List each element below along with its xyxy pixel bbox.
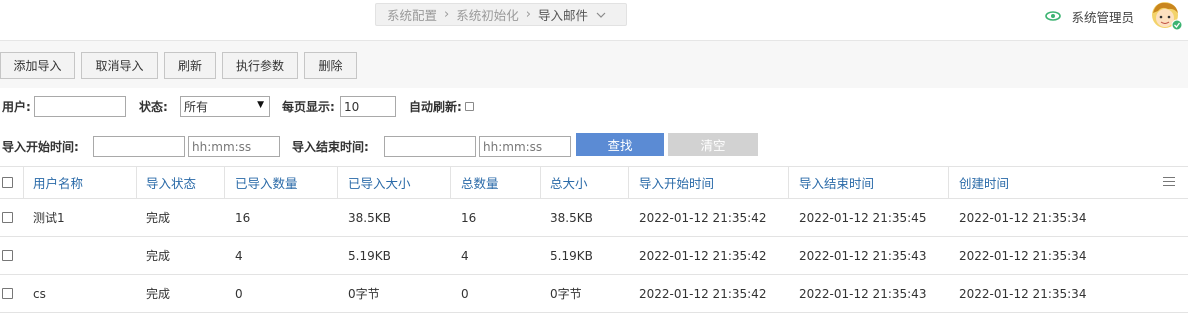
cell-end-time: 2022-01-12 21:35:45 [799, 210, 927, 225]
cell-imported-count: 4 [235, 248, 243, 263]
auto-refresh-checkbox[interactable] [465, 102, 474, 111]
cell-created-time: 2022-01-12 21:35:34 [959, 248, 1087, 263]
eye-icon [1045, 11, 1062, 21]
row-checkbox[interactable] [2, 288, 13, 299]
per-page-label: 每页显示: [282, 100, 335, 114]
row-checkbox[interactable] [2, 250, 13, 261]
status-filter-label: 状态: [139, 100, 168, 114]
column-header-total-size[interactable]: 总大小 [550, 167, 588, 198]
breadcrumb-item[interactable]: 系统初始化 [456, 5, 519, 24]
cell-total-size: 5.19KB [550, 248, 593, 263]
column-divider [136, 167, 137, 198]
end-date-input[interactable] [384, 136, 476, 157]
user-filter-input[interactable] [34, 96, 126, 117]
cell-end-time: 2022-01-12 21:35:43 [799, 248, 927, 263]
cell-imported-size: 0字节 [348, 287, 380, 301]
cell-imported-count: 16 [235, 210, 251, 225]
column-header-created-time[interactable]: 创建时间 [959, 167, 1009, 198]
breadcrumb-item[interactable]: 系统配置 [387, 5, 437, 24]
per-page-input[interactable] [340, 96, 396, 117]
end-time-label: 导入结束时间: [292, 140, 369, 154]
cancel-import-button[interactable]: 取消导入 [81, 52, 158, 79]
top-bar: 系统配置 › 系统初始化 › 导入邮件 系统管理员 [0, 0, 1188, 40]
column-header-status[interactable]: 导入状态 [146, 167, 196, 198]
column-header-imported-count[interactable]: 已导入数量 [235, 167, 298, 198]
select-all-checkbox[interactable] [2, 177, 13, 188]
cell-imported-size: 5.19KB [348, 248, 391, 263]
column-divider [450, 167, 451, 198]
breadcrumb-current: 导入邮件 [537, 8, 588, 23]
status-select[interactable]: 所有 ▼ [180, 96, 270, 117]
column-menu-icon[interactable] [1163, 177, 1175, 187]
status-select-value: 所有 [184, 100, 209, 114]
refresh-button[interactable]: 刷新 [164, 52, 216, 79]
column-divider [224, 167, 225, 198]
cell-imported-size: 38.5KB [348, 210, 391, 225]
breadcrumb-separator: › [444, 7, 450, 22]
row-checkbox[interactable] [2, 212, 13, 223]
dropdown-arrow-icon: ▼ [257, 100, 264, 110]
table-row[interactable]: 测试1 完成 16 38.5KB 16 38.5KB 2022-01-12 21:35:42… [0, 199, 1188, 237]
column-divider [337, 167, 338, 198]
user-area[interactable]: 系统管理员 [1045, 0, 1188, 32]
add-import-button[interactable]: 添加导入 [0, 52, 75, 79]
cell-created-time: 2022-01-12 21:35:34 [959, 210, 1087, 225]
cell-start-time: 2022-01-12 21:35:42 [639, 286, 767, 301]
column-divider [23, 167, 24, 198]
start-time-label: 导入开始时间: [2, 140, 79, 154]
table-header-row: 用户名称 导入状态 已导入数量 已导入大小 总数量 总大小 导入开始时间 导入结… [0, 166, 1188, 199]
cell-status: 完成 [146, 287, 171, 301]
column-divider [628, 167, 629, 198]
column-header-start-time[interactable]: 导入开始时间 [639, 167, 714, 198]
cell-status: 完成 [146, 211, 171, 225]
cell-username: cs [33, 286, 46, 301]
table-row[interactable]: 完成 4 5.19KB 4 5.19KB 2022-01-12 21:35:42 2022-… [0, 237, 1188, 275]
user-filter-label: 用户: [2, 100, 31, 114]
auto-refresh-label: 自动刷新: [409, 100, 462, 114]
end-time-input[interactable] [479, 136, 571, 157]
cell-total-count: 16 [461, 210, 477, 225]
cell-imported-count: 0 [235, 286, 243, 301]
cell-total-count: 4 [461, 248, 469, 263]
column-divider [788, 167, 789, 198]
clear-button[interactable]: 清空 [668, 133, 758, 156]
column-header-imported-size[interactable]: 已导入大小 [348, 167, 411, 198]
column-header-username[interactable]: 用户名称 [33, 167, 83, 198]
column-divider [540, 167, 541, 198]
cell-start-time: 2022-01-12 21:35:42 [639, 248, 767, 263]
cell-username: 测试1 [33, 211, 65, 225]
column-header-total-count[interactable]: 总数量 [461, 167, 499, 198]
delete-button[interactable]: 删除 [304, 52, 357, 79]
column-header-end-time[interactable]: 导入结束时间 [799, 167, 874, 198]
cell-total-size: 38.5KB [550, 210, 593, 225]
cell-end-time: 2022-01-12 21:35:43 [799, 286, 927, 301]
cell-total-size: 0字节 [550, 287, 582, 301]
column-divider [948, 167, 949, 198]
cell-start-time: 2022-01-12 21:35:42 [639, 210, 767, 225]
cell-total-count: 0 [461, 286, 469, 301]
cell-status: 完成 [146, 249, 171, 263]
start-time-input[interactable] [188, 136, 280, 157]
cell-created-time: 2022-01-12 21:35:34 [959, 286, 1087, 301]
toolbar: 添加导入 取消导入 刷新 执行参数 删除 [0, 40, 1188, 88]
avatar[interactable] [1148, 0, 1184, 32]
execute-params-button[interactable]: 执行参数 [222, 52, 298, 79]
breadcrumb[interactable]: 系统配置 › 系统初始化 › 导入邮件 [375, 3, 627, 26]
start-date-input[interactable] [93, 136, 185, 157]
search-button[interactable]: 查找 [576, 133, 664, 156]
chevron-down-icon[interactable] [596, 12, 606, 18]
user-name[interactable]: 系统管理员 [1071, 7, 1134, 26]
breadcrumb-separator: › [525, 7, 531, 22]
table-row[interactable]: cs 完成 0 0字节 0 0字节 2022-01-12 21:35:42 2022-01-1… [0, 275, 1188, 313]
